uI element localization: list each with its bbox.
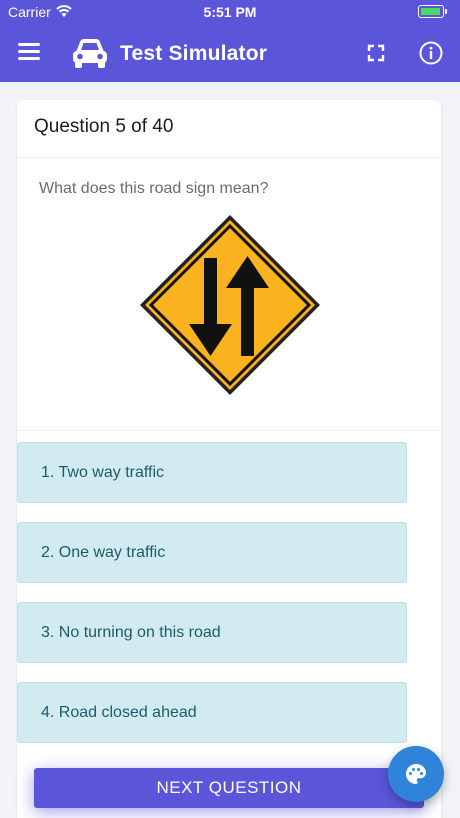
question-text: What does this road sign mean? xyxy=(39,180,269,197)
status-bar: Carrier 5:51 PM xyxy=(0,0,460,24)
info-icon[interactable] xyxy=(419,41,443,65)
answer-option-4[interactable]: 4. Road closed ahead xyxy=(17,682,407,743)
car-icon xyxy=(73,39,107,68)
fullscreen-icon[interactable] xyxy=(366,43,386,63)
menu-icon[interactable] xyxy=(18,43,40,61)
answer-option-1[interactable]: 1. Two way traffic xyxy=(17,442,407,503)
theme-fab-button[interactable] xyxy=(388,746,444,802)
answer-option-3[interactable]: 3. No turning on this road xyxy=(17,602,407,663)
nav-bar: Test Simulator xyxy=(0,30,460,80)
divider xyxy=(17,430,441,431)
app-header: Carrier 5:51 PM Test Simulator xyxy=(0,0,460,82)
status-time: 5:51 PM xyxy=(203,4,257,20)
two-way-traffic-sign xyxy=(140,215,320,395)
question-counter: Question 5 of 40 xyxy=(17,100,441,158)
answer-option-2[interactable]: 2. One way traffic xyxy=(17,522,407,583)
page-title: Test Simulator xyxy=(120,42,268,65)
battery-icon xyxy=(418,5,447,18)
palette-icon xyxy=(406,764,426,784)
next-question-button[interactable]: NEXT QUESTION xyxy=(34,768,424,808)
